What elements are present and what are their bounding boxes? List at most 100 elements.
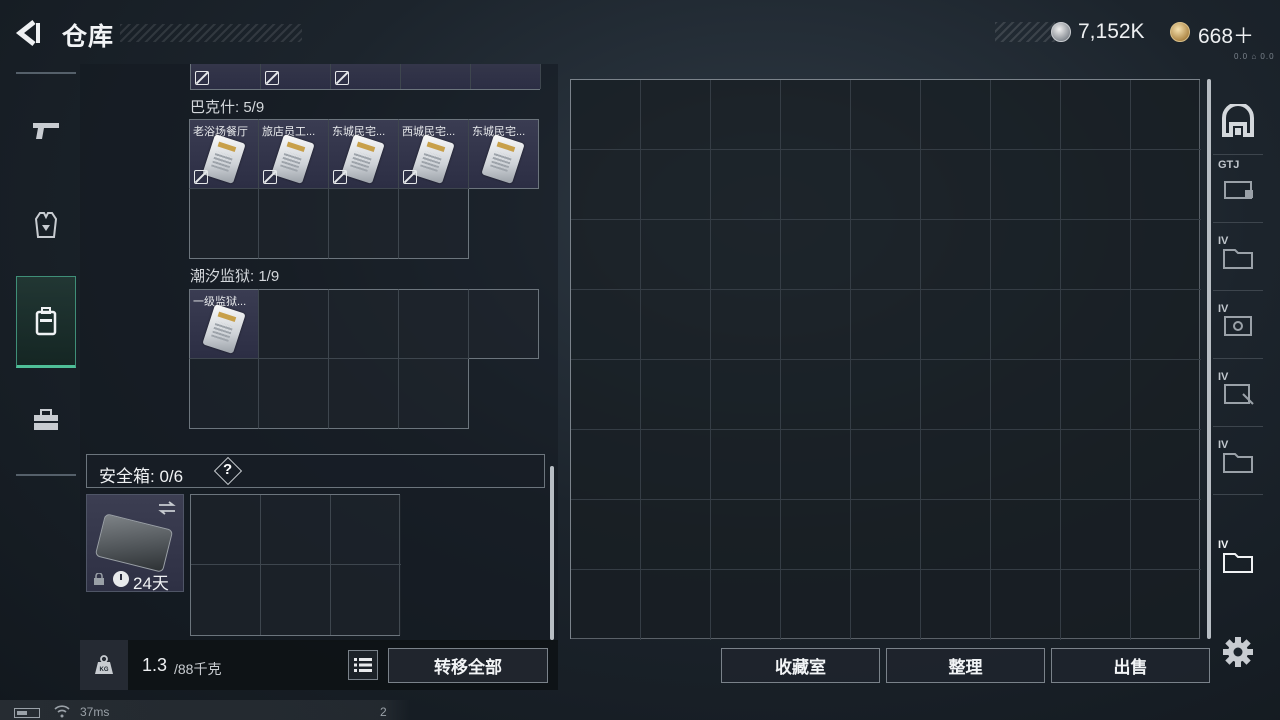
empty-slot[interactable] [189, 359, 259, 429]
tab-backpack[interactable] [16, 276, 76, 368]
storage-slot[interactable] [1131, 290, 1201, 360]
storage-slot[interactable] [571, 430, 641, 500]
storage-slot[interactable] [851, 220, 921, 290]
empty-slot[interactable] [399, 189, 469, 259]
storage-scrollbar[interactable] [1207, 79, 1211, 639]
storage-slot[interactable] [781, 360, 851, 430]
storage-slot[interactable] [991, 150, 1061, 220]
collection-room-button[interactable]: 收藏室 [721, 648, 880, 683]
filter-all[interactable] [1213, 87, 1263, 155]
storage-slot[interactable] [851, 430, 921, 500]
storage-slot[interactable] [991, 500, 1061, 570]
key-item[interactable]: 旅店员工... [259, 119, 329, 189]
storage-slot[interactable] [781, 290, 851, 360]
storage-slot[interactable] [641, 430, 711, 500]
key-item[interactable]: 一级监狱... [189, 289, 259, 359]
storage-slot[interactable] [711, 500, 781, 570]
empty-slot[interactable] [399, 359, 469, 429]
storage-slot[interactable] [781, 80, 851, 150]
empty-slot[interactable] [191, 495, 261, 565]
storage-slot[interactable] [711, 360, 781, 430]
key-item[interactable]: 老浴场餐厅 [189, 119, 259, 189]
empty-slot[interactable] [261, 495, 331, 565]
storage-slot[interactable] [921, 80, 991, 150]
storage-slot[interactable] [1131, 80, 1201, 150]
list-view-button[interactable] [348, 650, 378, 680]
storage-slot[interactable] [711, 80, 781, 150]
swap-icon[interactable] [157, 501, 177, 515]
storage-slot[interactable] [781, 430, 851, 500]
help-icon[interactable]: ? [223, 461, 232, 478]
inventory-scrollbar[interactable] [550, 466, 554, 640]
storage-slot[interactable] [781, 220, 851, 290]
storage-slot[interactable] [1131, 430, 1201, 500]
storage-slot[interactable] [851, 290, 921, 360]
key-item[interactable]: 东城民宅... [329, 119, 399, 189]
storage-slot[interactable] [1061, 220, 1131, 290]
empty-slot[interactable] [259, 359, 329, 429]
key-item[interactable]: 西城民宅... [399, 119, 469, 189]
storage-slot[interactable] [921, 220, 991, 290]
item-cell[interactable] [401, 64, 471, 89]
item-cell[interactable] [331, 64, 401, 89]
storage-slot[interactable] [711, 150, 781, 220]
storage-slot[interactable] [1061, 360, 1131, 430]
storage-slot[interactable] [991, 360, 1061, 430]
storage-slot[interactable] [851, 500, 921, 570]
storage-slot[interactable] [641, 150, 711, 220]
storage-slot[interactable] [641, 220, 711, 290]
storage-slot[interactable] [571, 290, 641, 360]
storage-slot[interactable] [1131, 220, 1201, 290]
safe-box-case[interactable]: 24天 [86, 494, 184, 593]
transfer-all-button[interactable]: 转移全部 [388, 648, 548, 683]
storage-slot[interactable] [1061, 80, 1131, 150]
storage-slot[interactable] [571, 500, 641, 570]
storage-slot[interactable] [991, 290, 1061, 360]
storage-slot[interactable] [921, 150, 991, 220]
storage-slot[interactable] [921, 500, 991, 570]
storage-slot[interactable] [921, 430, 991, 500]
empty-slot[interactable] [191, 565, 261, 635]
storage-slot[interactable] [1061, 150, 1131, 220]
storage-slot[interactable] [1131, 150, 1201, 220]
empty-slot[interactable] [329, 289, 399, 359]
empty-slot[interactable] [329, 189, 399, 259]
storage-slot[interactable] [1131, 570, 1201, 640]
filter-tier-iv-4[interactable]: IV [1213, 427, 1263, 495]
storage-slot[interactable] [991, 570, 1061, 640]
storage-slot[interactable] [991, 430, 1061, 500]
empty-slot[interactable] [329, 359, 399, 429]
storage-slot[interactable] [921, 570, 991, 640]
storage-slot[interactable] [851, 570, 921, 640]
storage-slot[interactable] [711, 290, 781, 360]
empty-slot[interactable] [259, 289, 329, 359]
item-cell[interactable] [191, 64, 261, 89]
storage-slot[interactable] [781, 150, 851, 220]
empty-slot[interactable] [261, 565, 331, 635]
storage-slot[interactable] [711, 220, 781, 290]
filter-tier-iv-5[interactable]: IV [1213, 527, 1263, 595]
storage-slot[interactable] [711, 570, 781, 640]
filter-tier-gtj[interactable]: GTJ [1213, 155, 1263, 223]
empty-slot[interactable] [259, 189, 329, 259]
key-item[interactable]: 东城民宅... [469, 119, 539, 189]
empty-slot[interactable] [469, 289, 539, 359]
storage-slot[interactable] [921, 290, 991, 360]
back-arrow-icon[interactable] [14, 18, 44, 48]
storage-slot[interactable] [1131, 500, 1201, 570]
storage-slot[interactable] [1061, 500, 1131, 570]
filter-tier-iv-2[interactable]: IV [1213, 291, 1263, 359]
storage-slot[interactable] [921, 360, 991, 430]
item-cell[interactable] [261, 64, 331, 89]
storage-slot[interactable] [1061, 430, 1131, 500]
storage-slot[interactable] [851, 360, 921, 430]
filter-tier-iv-1[interactable]: IV [1213, 223, 1263, 291]
storage-slot[interactable] [641, 500, 711, 570]
empty-slot[interactable] [399, 289, 469, 359]
storage-slot[interactable] [781, 570, 851, 640]
storage-slot[interactable] [1061, 290, 1131, 360]
storage-slot[interactable] [571, 80, 641, 150]
empty-slot[interactable] [189, 189, 259, 259]
item-cell[interactable] [471, 64, 541, 89]
storage-slot[interactable] [571, 150, 641, 220]
